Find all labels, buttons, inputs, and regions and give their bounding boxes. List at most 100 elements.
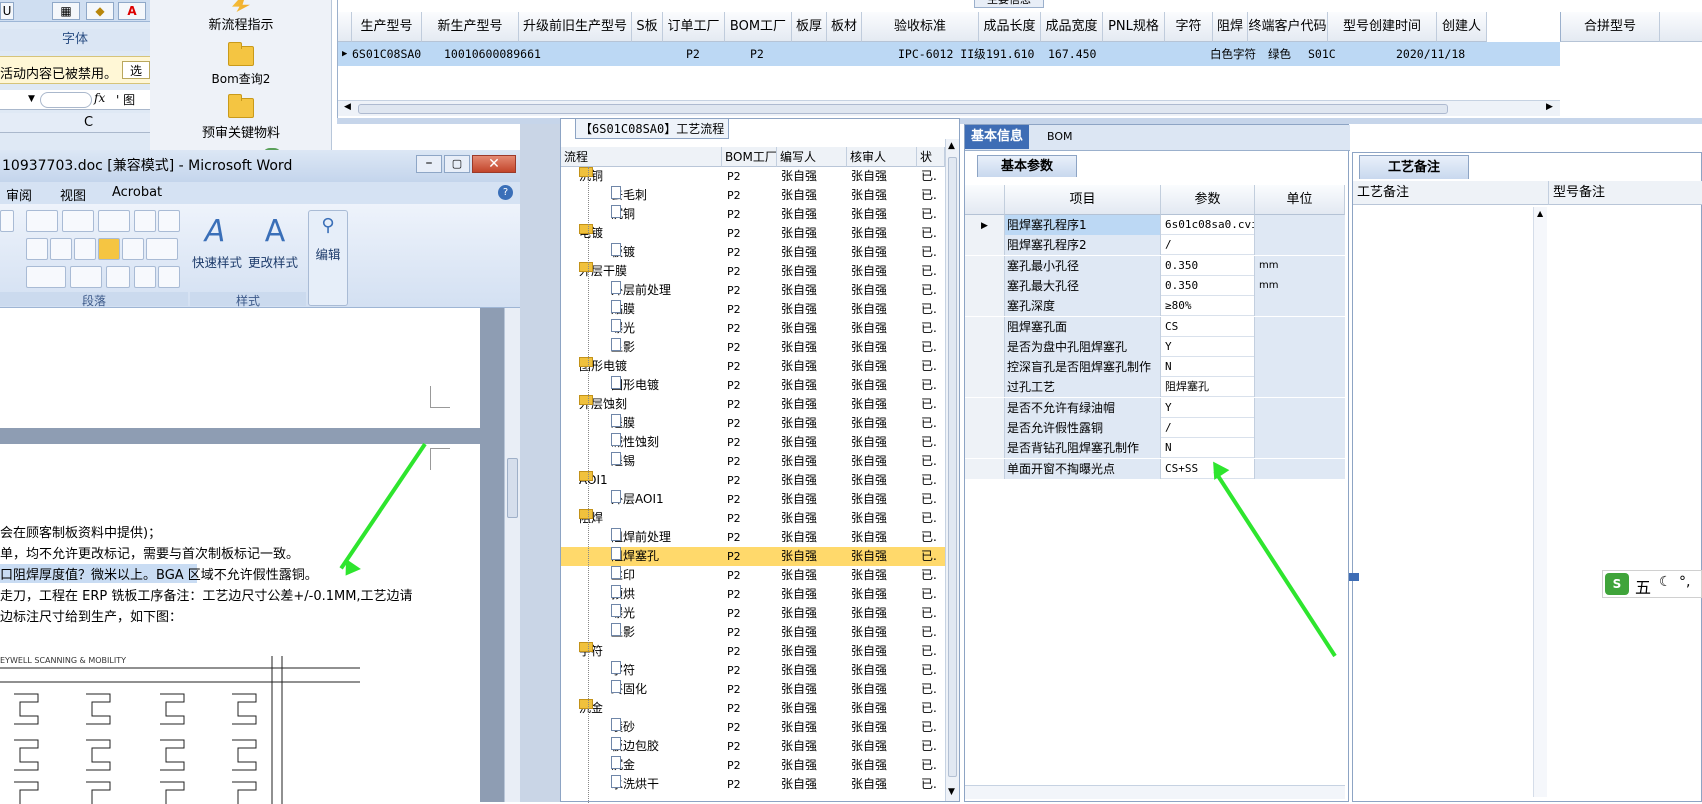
table-cell[interactable]: 167.450 [1048,42,1108,66]
ime-toolbar[interactable]: S 五 ☾ °, [1602,570,1702,598]
bom-cell[interactable]: P2 [727,547,741,566]
unit-cell[interactable] [1255,438,1345,459]
col-header[interactable]: 创建人 [1437,12,1487,42]
col-header[interactable]: 升级前旧生产型号 [519,12,632,42]
quick-style-icon[interactable]: A [192,214,238,249]
tree-row[interactable]: 字符 P2 张自强 张自强 已. [561,661,945,680]
checker-cell[interactable]: 张自强 [851,585,887,604]
table-row[interactable]: 阻焊塞孔程序2/ [965,235,1345,256]
bom-cell[interactable]: P2 [727,642,741,661]
status-cell[interactable]: 已. [921,528,937,547]
zoom-slider[interactable] [40,92,92,108]
writer-cell[interactable]: 张自强 [781,490,817,509]
maximize-icon[interactable]: ▢ [444,155,470,173]
unit-cell[interactable] [1255,336,1345,357]
row-selector[interactable] [965,377,1005,398]
chevron-down-icon[interactable]: ▼ [28,94,35,104]
status-cell[interactable]: 已. [921,243,937,262]
col-header-writer[interactable]: 编写人 [777,147,847,167]
checker-cell[interactable]: 张自强 [851,756,887,775]
bom-query2-item[interactable]: Bom查询2 [150,42,332,87]
checker-cell[interactable]: 张自强 [851,718,887,737]
col-header[interactable]: BOM工厂 [725,12,792,42]
checker-cell[interactable]: 张自强 [851,262,887,281]
col-header[interactable]: 生产型号 [352,12,422,42]
vertical-scrollbar[interactable] [504,308,520,802]
status-cell[interactable]: 已. [921,167,937,186]
status-cell[interactable]: 已. [921,300,937,319]
help-icon[interactable]: ? [498,185,513,200]
param-cell[interactable]: / [1161,418,1255,438]
bom-cell[interactable]: P2 [727,281,741,300]
col-header[interactable]: 阻焊 [1213,12,1248,42]
tree-row[interactable]: 水洗烘干 P2 张自强 张自强 已. [561,775,945,794]
status-cell[interactable]: 已. [921,604,937,623]
writer-cell[interactable]: 张自强 [781,395,817,414]
col-header-unit[interactable]: 单位 [1255,185,1345,215]
font-a-icon[interactable] [0,210,14,232]
tree-node[interactable]: 退锡 [611,452,635,471]
borders-button[interactable] [70,266,102,288]
underline-button[interactable]: U [0,2,14,20]
checker-cell[interactable]: 张自强 [851,205,887,224]
bom-cell[interactable]: P2 [727,414,741,433]
tree-row[interactable]: 喷砂 P2 张自强 张自强 已. [561,718,945,737]
col-header-process[interactable]: 流程 [561,147,722,167]
tree-row[interactable]: 终固化 P2 张自强 张自强 已. [561,680,945,699]
table-cell[interactable]: S01C [1308,42,1358,66]
col-header[interactable]: 新生产型号 [422,12,519,42]
status-cell[interactable]: 已. [921,566,937,585]
bom-cell[interactable]: P2 [727,300,741,319]
table-row[interactable]: 是否背钻孔阻焊塞孔制作 N [965,438,1345,459]
tab-basic-info[interactable]: 基本信息 [965,125,1030,149]
decrease-indent-button[interactable] [134,210,156,232]
table-cell[interactable]: P2 [686,42,726,66]
table-row[interactable]: 是否允许假性露铜 / [965,418,1345,438]
tree-node[interactable]: 外层前处理 [611,281,671,300]
unit-cell[interactable] [1255,215,1345,235]
table-cell[interactable]: 白色字符 [1210,42,1270,66]
checker-cell[interactable]: 张自强 [851,623,887,642]
table-cell[interactable]: 2020/11/18 [1396,42,1476,66]
row-selector[interactable] [965,458,1005,479]
bom-cell[interactable]: P2 [727,775,741,794]
tree-node[interactable]: 显影 [611,338,635,357]
horizontal-scrollbar[interactable]: ◀ ▶ [338,100,1560,116]
tree-row[interactable]: 碱性蚀刻 P2 张自强 张自强 已. [561,433,945,452]
change-style-label[interactable]: 更改样式 [248,252,308,271]
writer-cell[interactable]: 张自强 [781,205,817,224]
col-header[interactable]: 终端客户代码 [1248,12,1328,42]
scroll-thumb[interactable] [358,104,1448,114]
tree-node[interactable]: 水洗烘干 [611,775,659,794]
row-selector[interactable] [965,296,1005,317]
param-cell[interactable]: CS [1161,316,1255,337]
tree-node[interactable]: 丝印 [611,566,635,585]
tree-node[interactable]: 曝光 [611,319,635,338]
unit-cell[interactable] [1255,418,1345,438]
tab-acrobat[interactable]: Acrobat [112,185,162,200]
checker-cell[interactable]: 张自强 [851,281,887,300]
checker-cell[interactable]: 张自强 [851,775,887,794]
tree-row[interactable]: –沉金 P2 张自强 张自强 已. [561,699,945,718]
row-selector[interactable] [965,357,1005,378]
status-cell[interactable]: 已. [921,281,937,300]
writer-cell[interactable]: 张自强 [781,547,817,566]
tree-node[interactable]: –沉金 [579,699,603,718]
align-right-button[interactable] [74,238,96,260]
writer-cell[interactable]: 张自强 [781,737,817,756]
table-row[interactable]: 是否为盘中孔阻焊塞孔 Y [965,336,1345,357]
writer-cell[interactable]: 张自强 [781,756,817,775]
writer-cell[interactable]: 张自强 [781,471,817,490]
align-left-button[interactable] [26,238,48,260]
status-cell[interactable]: 已. [921,775,937,794]
tree-row[interactable]: 曝光 P2 张自强 张自强 已. [561,319,945,338]
tree-row[interactable]: 板边包胶 P2 张自强 张自强 已. [561,737,945,756]
table-cell[interactable]: P2 [750,42,790,66]
tree-row[interactable]: 沉金 P2 张自强 张自强 已. [561,756,945,775]
bom-cell[interactable]: P2 [727,395,741,414]
param-cell[interactable]: 0.350 [1161,255,1255,276]
bom-cell[interactable]: P2 [727,490,741,509]
vertical-scrollbar[interactable]: ▲ [1533,207,1547,797]
status-cell[interactable]: 已. [921,224,937,243]
show-marks-button[interactable] [158,266,180,288]
